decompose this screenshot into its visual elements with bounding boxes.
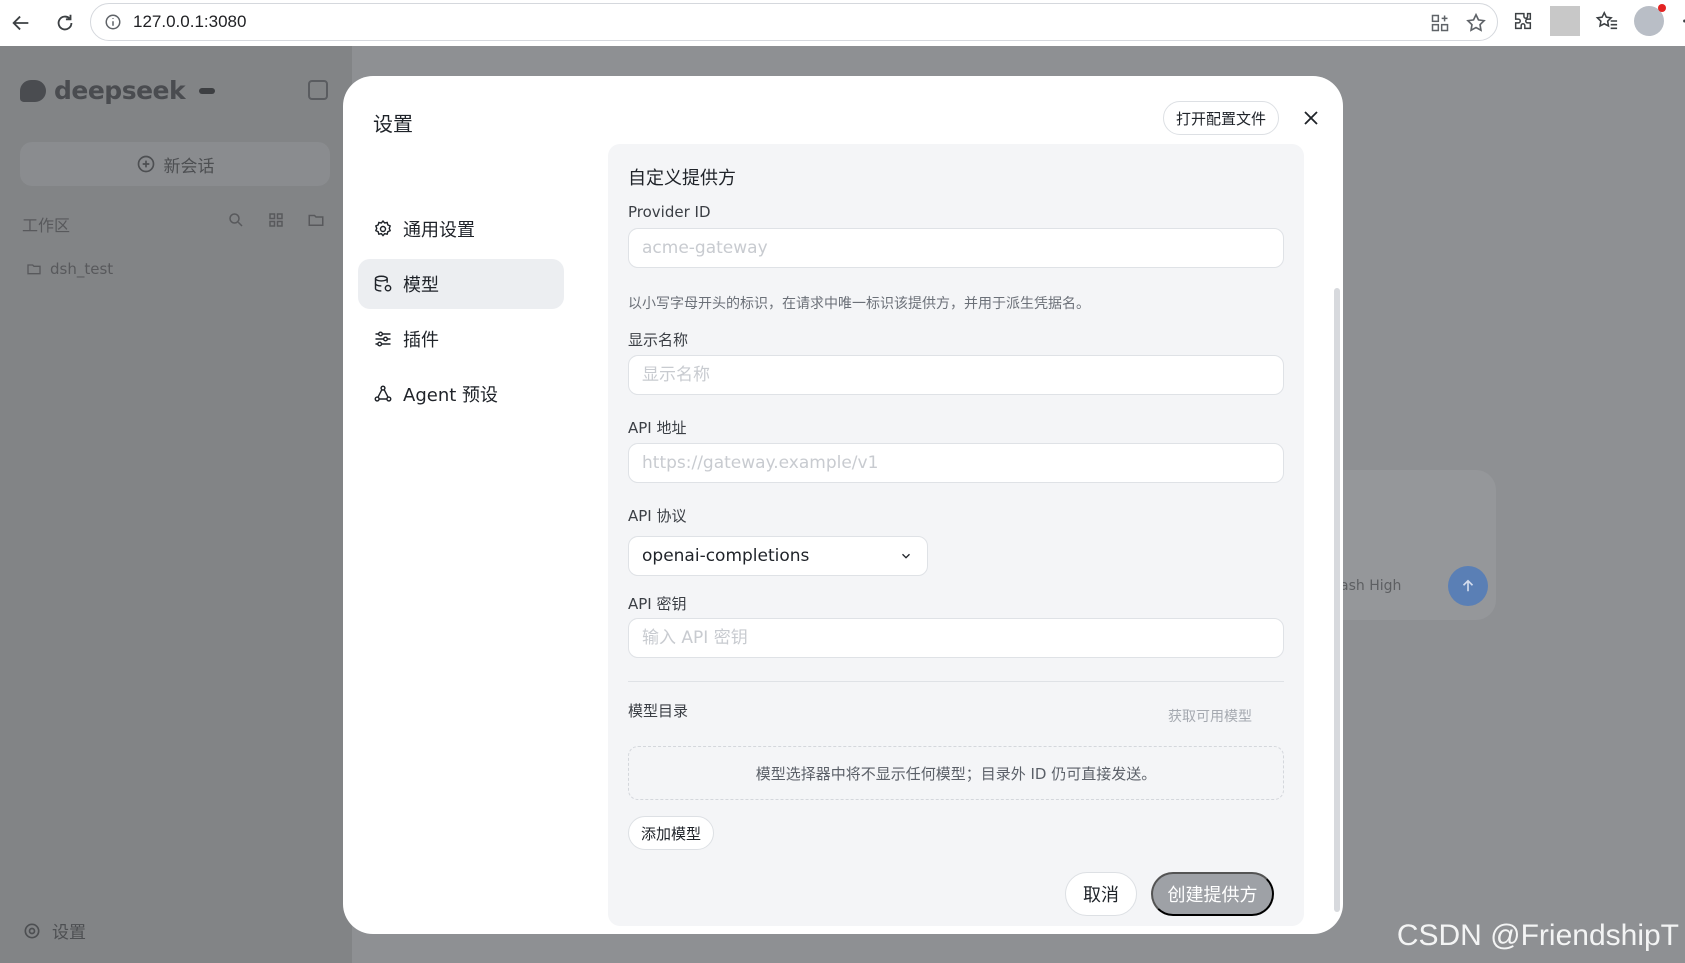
nav-item-models[interactable]: 模型 (358, 259, 564, 309)
settings-label: 设置 (52, 923, 86, 943)
logo-badge (199, 87, 216, 94)
provider-id-hint: 以小写字母开头的标识，在请求中唯一标识该提供方，并用于派生凭据名。 (628, 296, 1090, 312)
close-icon[interactable] (1299, 106, 1323, 130)
workspace-label: 工作区 (22, 216, 71, 235)
folder-item[interactable]: dsh_test (26, 260, 113, 278)
cancel-button[interactable]: 取消 (1065, 872, 1137, 916)
favorite-star-icon[interactable] (1463, 10, 1489, 36)
open-config-button[interactable]: 打开配置文件 (1163, 101, 1280, 135)
api-key-input[interactable] (628, 618, 1284, 658)
nav-label: Agent 预设 (403, 385, 499, 406)
gear-icon (374, 220, 392, 237)
folder-name: dsh_test (50, 260, 114, 278)
sidebar-toggle-icon[interactable] (308, 80, 328, 100)
section-divider (628, 681, 1284, 682)
favorites-icon[interactable] (1592, 6, 1622, 36)
nav-label: 插件 (403, 330, 439, 351)
sliders-icon (375, 331, 391, 347)
reload-icon[interactable] (50, 8, 80, 38)
nav-label: 模型 (403, 275, 439, 296)
nav-item-plugins[interactable]: 插件 (358, 314, 564, 364)
settings-nav-button[interactable]: 设置 (22, 918, 86, 943)
folder-icon (27, 264, 41, 275)
watermark: CSDN @FriendshipT (1396, 919, 1679, 952)
browser-chrome: 127.0.0.1:3080 (0, 0, 1685, 46)
gear-icon (24, 923, 40, 938)
provider-id-input[interactable] (628, 228, 1284, 268)
workspace-actions (226, 210, 326, 230)
api-key-label: API 密钥 (628, 595, 687, 613)
app-logo: deepseek (20, 76, 216, 105)
deepseek-logo-icon (20, 79, 46, 102)
profile-avatar[interactable] (1634, 4, 1666, 36)
toolbar-separator (1550, 6, 1580, 36)
nav-item-agent-presets[interactable]: Agent 预设 (358, 369, 564, 419)
more-menu-icon[interactable] (1676, 6, 1685, 36)
plus-circle-icon (137, 155, 154, 173)
model-selector-hint: ash High (1340, 578, 1402, 594)
nav-label: 通用设置 (403, 220, 475, 241)
create-provider-button[interactable]: 创建提供方 (1151, 872, 1274, 916)
provider-id-label: Provider ID (628, 203, 711, 221)
database-icon (374, 275, 392, 292)
model-catalog-label: 模型目录 (628, 702, 689, 720)
fetch-models-button[interactable]: 获取可用模型 (1168, 706, 1252, 726)
send-button (1448, 566, 1488, 606)
api-url-label: API 地址 (628, 419, 687, 437)
app-sidebar: deepseek 新会话 工作区 dsh_test 设置 (0, 46, 352, 963)
add-model-button[interactable]: 添加模型 (628, 816, 715, 850)
logo-text: deepseek (54, 76, 186, 105)
info-icon[interactable] (103, 12, 123, 32)
address-url[interactable]: 127.0.0.1:3080 (133, 12, 246, 32)
new-chat-button[interactable]: 新会话 (20, 142, 330, 186)
new-chat-label: 新会话 (163, 156, 215, 177)
scrollbar[interactable] (1334, 288, 1340, 912)
apps-icon[interactable] (1427, 10, 1453, 36)
extensions-icon[interactable] (1508, 6, 1538, 36)
search-icon[interactable] (226, 210, 246, 230)
section-title: 自定义提供方 (628, 168, 736, 189)
settings-dialog: 设置 打开配置文件 通用设置 模型 插件 Agent 预设 自定义提供方 Pro… (343, 76, 1343, 934)
grid-icon[interactable] (266, 210, 286, 230)
arrow-up-icon (1462, 579, 1474, 592)
agent-icon (374, 385, 392, 402)
api-url-input[interactable] (628, 443, 1284, 483)
address-bar[interactable]: 127.0.0.1:3080 (90, 3, 1498, 41)
provider-form-panel: 自定义提供方 Provider ID 以小写字母开头的标识，在请求中唯一标识该提… (608, 144, 1304, 926)
settings-nav: 通用设置 模型 插件 Agent 预设 (358, 204, 564, 424)
api-protocol-label: API 协议 (628, 507, 687, 525)
new-folder-icon[interactable] (306, 210, 326, 230)
nav-item-general[interactable]: 通用设置 (358, 204, 564, 254)
api-protocol-value: openai-completions (642, 546, 810, 566)
chevron-down-icon (902, 553, 910, 559)
display-name-label: 显示名称 (628, 331, 689, 349)
back-icon[interactable] (6, 8, 36, 38)
display-name-input[interactable] (628, 355, 1284, 395)
dialog-title: 设置 (373, 112, 413, 136)
empty-catalog-message: 模型选择器中将不显示任何模型；目录外 ID 仍可直接发送。 (628, 746, 1284, 800)
api-protocol-select[interactable]: openai-completions (628, 536, 928, 576)
